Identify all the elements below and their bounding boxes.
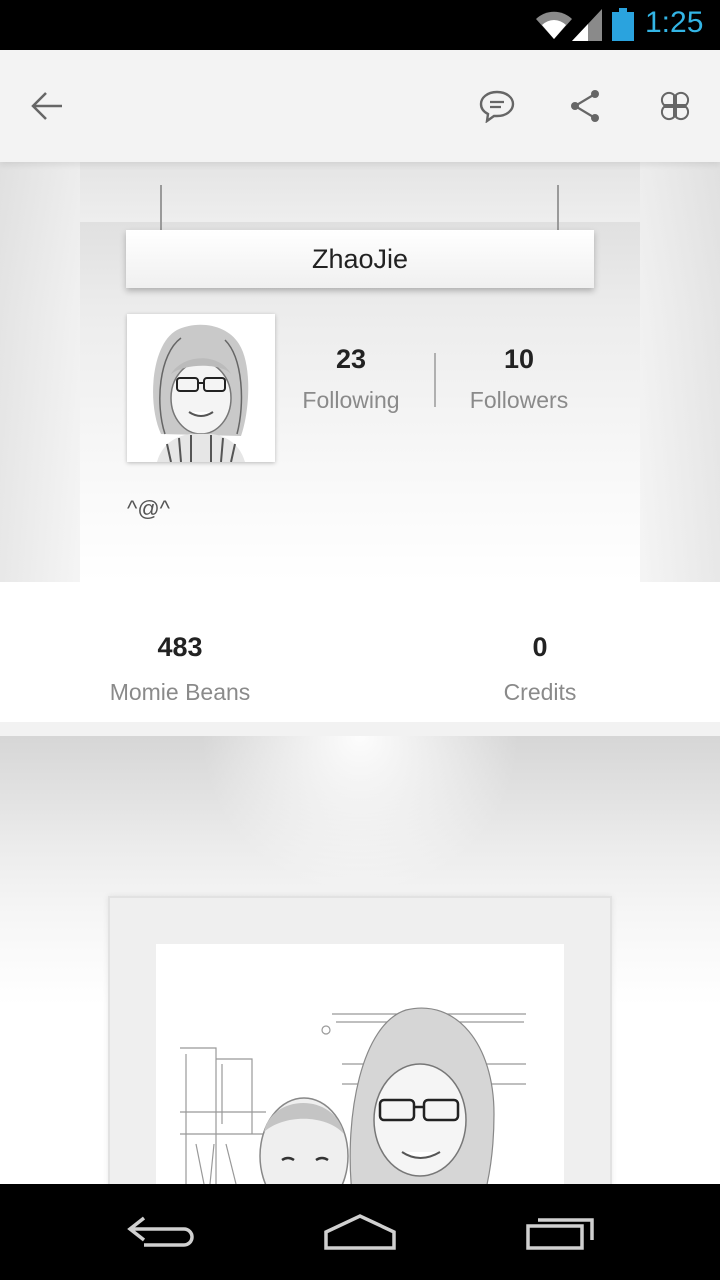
credits-label: Credits xyxy=(503,679,577,705)
nav-recents-icon xyxy=(526,1218,594,1250)
share-button[interactable] xyxy=(559,80,611,132)
profile-bio: ^@^ xyxy=(127,496,170,521)
cell-signal-icon xyxy=(572,9,602,41)
chat-bubble-icon xyxy=(479,90,515,123)
action-bar xyxy=(0,50,720,162)
nav-back-icon xyxy=(127,1216,194,1247)
avatar[interactable] xyxy=(127,314,275,462)
wifi-icon xyxy=(536,11,572,39)
back-button[interactable] xyxy=(22,80,74,132)
picture-frame[interactable] xyxy=(108,896,612,1184)
system-navigation-bar xyxy=(0,1184,720,1280)
beans-count: 483 xyxy=(157,632,203,662)
status-clock: 1:25 xyxy=(645,6,704,39)
nav-home-button[interactable] xyxy=(315,1202,405,1262)
followers-stat[interactable]: 10 Followers xyxy=(454,344,584,414)
nav-back-button[interactable] xyxy=(115,1202,205,1262)
stat-divider xyxy=(434,353,436,407)
beans-label: Momie Beans xyxy=(109,679,251,705)
following-count: 23 xyxy=(335,344,367,374)
points-strip: 483 Momie Beans 0 Credits xyxy=(0,582,720,722)
following-stat[interactable]: 23 Following xyxy=(286,344,416,414)
following-label: Following xyxy=(302,387,400,413)
avatar-sketch-image xyxy=(127,314,275,462)
four-leaf-grid-icon xyxy=(660,91,690,121)
gallery-section xyxy=(0,736,720,1184)
nav-recents-button[interactable] xyxy=(515,1202,605,1262)
nav-home-icon xyxy=(324,1214,396,1250)
profile-name: ZhaoJie xyxy=(126,230,594,288)
credits-count: 0 xyxy=(532,632,548,662)
battery-icon xyxy=(612,8,634,41)
comment-button[interactable] xyxy=(471,80,523,132)
arrow-left-icon xyxy=(31,92,62,120)
menu-button[interactable] xyxy=(649,80,701,132)
framed-artwork xyxy=(156,944,564,1184)
credits-stat[interactable]: 0 Credits xyxy=(440,632,640,706)
followers-label: Followers xyxy=(469,387,569,413)
status-bar: 1:25 xyxy=(0,0,720,50)
family-sketch-image xyxy=(156,944,564,1184)
followers-count: 10 xyxy=(503,344,535,374)
share-icon xyxy=(571,90,599,122)
momie-beans-stat[interactable]: 483 Momie Beans xyxy=(80,632,280,706)
